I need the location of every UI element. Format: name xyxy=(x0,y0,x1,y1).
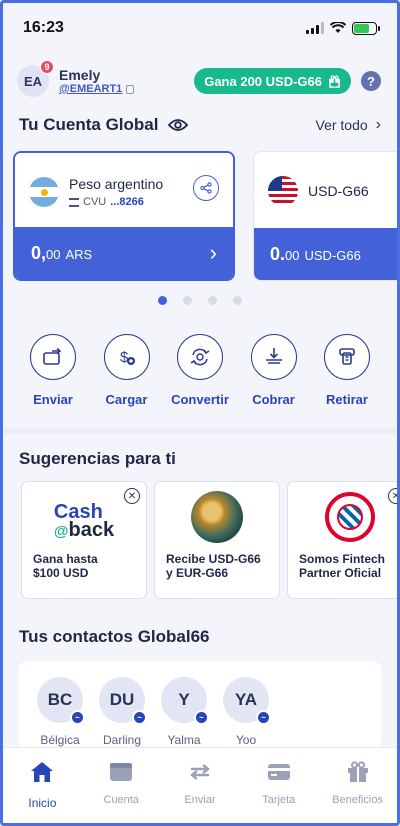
action-withdraw[interactable]: Retirar xyxy=(311,334,383,407)
cashback-logo: Cash @back xyxy=(53,501,115,541)
svg-text:$: $ xyxy=(120,349,129,366)
carousel-dot[interactable] xyxy=(158,296,167,305)
contact-item[interactable]: YA ~ Yoo xyxy=(216,677,276,747)
convert-icon[interactable] xyxy=(177,334,223,380)
account-cvu: CVU ...8266 xyxy=(69,196,163,208)
status-time: 16:23 xyxy=(23,19,64,36)
battery-icon xyxy=(352,21,380,35)
user-handle[interactable]: @EMEART1 xyxy=(59,83,135,95)
account-card-usd[interactable]: USD-G66 0.00 USD-G66 xyxy=(253,151,397,281)
contact-item[interactable]: Y ~ Yalma xyxy=(154,677,214,747)
bayern-munich-logo xyxy=(325,492,375,542)
avatar[interactable]: EA 9 xyxy=(17,60,54,97)
chevron-right-icon: › xyxy=(209,240,217,265)
contact-avatar: YA ~ xyxy=(223,677,271,725)
action-convert[interactable]: Convertir xyxy=(164,334,236,407)
account-card-ars[interactable]: Peso argentino CVU ...8266 0,00 ARS › xyxy=(13,151,235,281)
suggestion-card-bayern[interactable]: ✕ Somos Fintech Partner Oficial xyxy=(287,481,397,599)
argentina-flag-icon xyxy=(29,177,59,207)
notification-badge: 9 xyxy=(40,60,54,74)
account-balance: 0,00 ARS xyxy=(31,242,93,263)
suggestion-card-receive[interactable]: Recibe USD-G66 y EUR-G66 xyxy=(154,481,280,599)
signal-icon xyxy=(306,22,324,34)
collect-icon[interactable] xyxy=(250,334,297,380)
user-info: Emely @EMEART1 xyxy=(59,67,135,95)
suggestions-header: Sugerencias para ti xyxy=(19,449,381,469)
global66-icon: ~ xyxy=(256,710,271,725)
contact-avatar: DU ~ xyxy=(99,677,147,725)
transfer-arrows-icon xyxy=(187,760,213,784)
user-name: Emely xyxy=(59,67,101,83)
contacts-title: Tus contactos Global66 xyxy=(19,627,210,646)
share-icon[interactable] xyxy=(193,175,219,201)
action-collect[interactable]: Cobrar xyxy=(238,334,310,407)
global66-icon: ~ xyxy=(70,710,85,725)
tab-cuenta[interactable]: Cuenta xyxy=(86,748,156,823)
coin-globe-image xyxy=(191,491,243,543)
wallet-icon xyxy=(108,760,134,784)
account-name: Peso argentino xyxy=(69,176,164,192)
tab-bar: Inicio Cuenta Enviar Tarjeta Beneficios xyxy=(3,747,397,823)
carousel-dot[interactable] xyxy=(233,296,242,305)
suggestions-title: Sugerencias para ti xyxy=(19,449,176,468)
global66-icon: ~ xyxy=(132,710,147,725)
account-carousel[interactable]: Peso argentino CVU ...8266 0,00 ARS › US… xyxy=(13,151,397,283)
wifi-icon xyxy=(330,22,346,33)
contact-avatar: Y ~ xyxy=(161,677,209,725)
action-send[interactable]: Enviar xyxy=(17,334,89,407)
home-icon xyxy=(29,760,55,784)
copy-icon[interactable] xyxy=(126,84,135,94)
carousel-dots xyxy=(3,296,397,305)
carousel-dot[interactable] xyxy=(208,296,217,305)
account-name: USD-G66 xyxy=(308,183,369,199)
section-divider xyxy=(3,428,397,434)
account-section-header: Tu Cuenta Global Ver todo › xyxy=(19,115,381,135)
contacts-header: Tus contactos Global66 xyxy=(19,627,381,647)
tab-enviar[interactable]: Enviar xyxy=(165,748,235,823)
contact-avatar: BC ~ xyxy=(37,677,85,725)
tab-beneficios[interactable]: Beneficios xyxy=(323,748,393,823)
contact-item[interactable]: BC ~ Bélgica xyxy=(30,677,90,747)
card-icon xyxy=(266,760,292,784)
help-button[interactable]: ? xyxy=(361,71,381,91)
see-all-link[interactable]: Ver todo › xyxy=(316,116,381,134)
withdraw-icon[interactable] xyxy=(324,334,370,380)
action-load[interactable]: $ Cargar xyxy=(91,334,163,407)
load-money-icon[interactable]: $ xyxy=(103,334,150,380)
contact-item[interactable]: DU ~ Darling xyxy=(92,677,152,747)
gift-icon xyxy=(345,760,371,784)
bank-icon xyxy=(69,197,79,207)
suggestion-card-cashback[interactable]: ✕ Cash @back Gana hasta $100 USD xyxy=(21,481,147,599)
global66-icon: ~ xyxy=(194,710,209,725)
quick-actions: Enviar $ Cargar Convertir Cobrar Retirar xyxy=(17,334,383,407)
close-icon[interactable]: ✕ xyxy=(388,488,397,504)
suggestions-carousel[interactable]: ✕ Cash @back Gana hasta $100 USD Recibe … xyxy=(21,481,397,601)
carousel-dot[interactable] xyxy=(183,296,192,305)
usa-flag-icon xyxy=(268,176,298,206)
app-screen: 16:23 EA 9 Emely @EMEART1 Gana 200 USD-G… xyxy=(0,0,400,826)
gift-icon xyxy=(329,74,340,88)
chevron-right-icon: › xyxy=(375,116,381,133)
header: EA 9 Emely @EMEART1 Gana 200 USD-G66 ? xyxy=(17,60,381,101)
eye-icon[interactable] xyxy=(168,118,189,132)
account-balance: 0.00 USD-G66 xyxy=(270,243,361,264)
promo-button[interactable]: Gana 200 USD-G66 xyxy=(194,68,351,94)
close-icon[interactable]: ✕ xyxy=(124,488,140,504)
status-bar: 16:23 xyxy=(23,17,380,39)
account-title: Tu Cuenta Global xyxy=(19,115,159,134)
send-icon[interactable] xyxy=(30,334,76,380)
tab-inicio[interactable]: Inicio xyxy=(7,748,77,823)
tab-tarjeta[interactable]: Tarjeta xyxy=(244,748,314,823)
